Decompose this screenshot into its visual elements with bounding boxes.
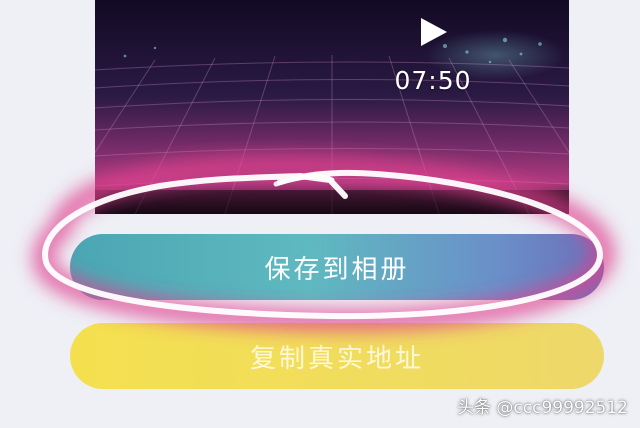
screen: 07:50 保存到相册 复制真实地址 头条 @ccc99992512 [0, 0, 640, 428]
video-thumbnail[interactable]: 07:50 [95, 0, 569, 214]
save-to-album-button[interactable]: 保存到相册 [70, 234, 604, 300]
play-icon[interactable] [417, 16, 449, 48]
video-duration: 07:50 [394, 66, 472, 95]
watermark: 头条 @ccc99992512 [457, 398, 628, 418]
video-scene [95, 0, 569, 214]
copy-real-address-button[interactable]: 复制真实地址 [70, 323, 604, 389]
